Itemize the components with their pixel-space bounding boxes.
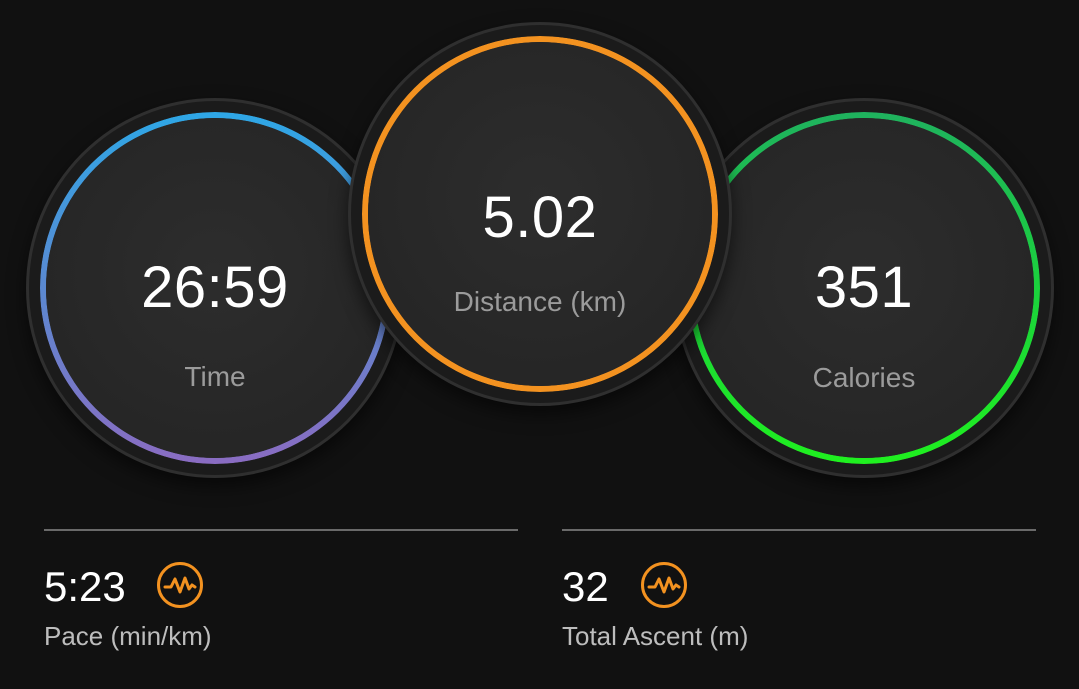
ascent-value: 32 [562, 563, 609, 610]
time-value: 26:59 [141, 255, 289, 320]
time-ring[interactable]: 26:59 Time [40, 112, 390, 464]
distance-value: 5.02 [482, 185, 598, 250]
calories-value: 351 [814, 255, 914, 320]
ascent-label: Total Ascent (m) [562, 621, 749, 651]
calories-ring[interactable]: 351 Calories [688, 112, 1040, 464]
heart-rate-activity-icon[interactable] [640, 561, 688, 609]
pace-value: 5:23 [44, 563, 126, 610]
pace-label: Pace (min/km) [44, 621, 212, 651]
distance-ring[interactable]: 5.02 Distance (km) [362, 36, 718, 392]
ascent-divider [562, 529, 1036, 531]
distance-label: Distance (km) [453, 286, 627, 317]
time-label: Time [184, 361, 246, 392]
calories-label: Calories [812, 362, 916, 393]
pace-divider [44, 529, 518, 531]
heart-rate-activity-icon[interactable] [156, 561, 204, 609]
